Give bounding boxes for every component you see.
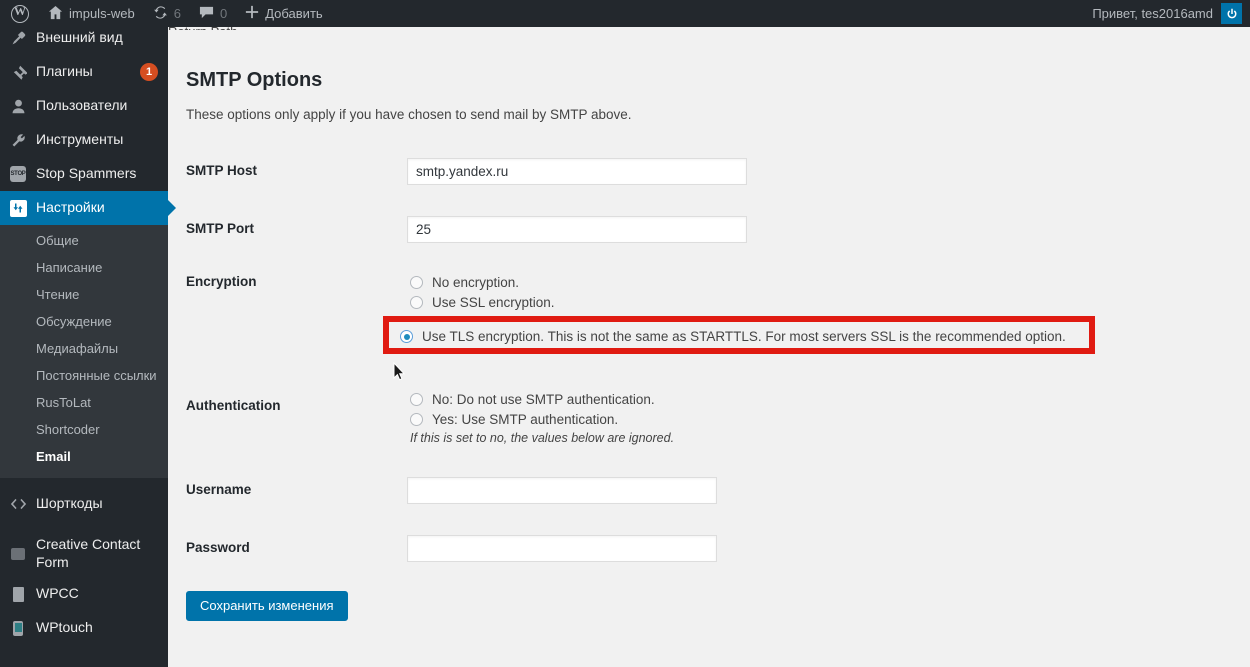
mobile-phone-icon <box>0 620 36 636</box>
smtp-port-input[interactable] <box>407 216 747 243</box>
form-icon <box>0 547 36 560</box>
site-name-label: impuls-web <box>69 6 135 21</box>
submenu-item-discussion[interactable]: Обсуждение <box>0 308 168 335</box>
radio-no-encryption[interactable]: No encryption. <box>410 273 1076 292</box>
sidebar-item-label: WPCC <box>36 585 79 602</box>
home-icon <box>48 5 63 23</box>
submenu-item-shortcoder[interactable]: Shortcoder <box>0 416 168 443</box>
page-title: SMTP Options <box>186 69 323 91</box>
sidebar-item-stop-spammers[interactable]: STOP Stop Spammers <box>0 157 168 191</box>
stop-sign-icon: STOP <box>0 166 36 182</box>
radio-button-icon[interactable] <box>410 413 423 426</box>
code-brackets-icon <box>0 497 36 511</box>
sidebar-item-shortcodes[interactable]: Шорткоды <box>0 487 168 521</box>
page-description: These options only apply if you have cho… <box>186 107 632 122</box>
radio-auth-no[interactable]: No: Do not use SMTP authentication. <box>410 390 674 409</box>
username-label: Username <box>186 482 252 497</box>
wpcc-icon <box>0 586 36 602</box>
wrench-icon <box>0 132 36 149</box>
submenu-item-general[interactable]: Общие <box>0 227 168 254</box>
comments-count: 0 <box>219 6 228 21</box>
sidebar-item-label: Настройки <box>36 199 105 216</box>
menu-separator <box>0 478 168 487</box>
power-icon[interactable] <box>1221 3 1242 24</box>
plug-icon <box>0 64 36 81</box>
sidebar-item-tools[interactable]: Инструменты <box>0 123 168 157</box>
radio-button-icon[interactable] <box>410 393 423 406</box>
radio-label: Use SSL encryption. <box>432 295 555 310</box>
radio-label: No: Do not use SMTP authentication. <box>432 392 655 407</box>
comment-icon <box>199 5 214 23</box>
greeting-label: Привет, tes2016amd <box>1092 6 1213 21</box>
radio-ssl-encryption[interactable]: Use SSL encryption. <box>410 293 1076 312</box>
sidebar-item-wptouch[interactable]: WPtouch <box>0 611 168 645</box>
menu-separator <box>0 521 168 530</box>
radio-button-icon[interactable] <box>400 330 413 343</box>
sidebar-item-label: Creative Contact Form <box>36 536 141 570</box>
new-content-label: Добавить <box>265 6 323 21</box>
sidebar-item-label: WPtouch <box>36 619 93 636</box>
sidebar-item-label: Внешний вид <box>36 29 123 46</box>
encryption-label: Encryption <box>186 274 257 289</box>
submenu-item-media[interactable]: Медиафайлы <box>0 335 168 362</box>
sidebar-item-plugins[interactable]: Плагины 1 <box>0 55 168 89</box>
site-name-menu[interactable]: impuls-web <box>39 0 144 27</box>
account-menu[interactable]: Привет, tes2016amd <box>1092 3 1250 24</box>
plugins-update-badge: 1 <box>140 63 158 81</box>
paintbrush-icon <box>0 30 36 47</box>
mouse-cursor-icon <box>393 361 407 387</box>
sidebar-item-creative-contact-form[interactable]: Creative Contact Form <box>0 530 168 577</box>
radio-label: No encryption. <box>432 275 520 290</box>
plus-icon <box>245 5 259 22</box>
radio-button-icon[interactable] <box>410 296 423 309</box>
sidebar-item-settings[interactable]: Настройки <box>0 191 176 225</box>
updates-count: 6 <box>173 6 181 21</box>
radio-label: Yes: Use SMTP authentication. <box>432 412 619 427</box>
password-input[interactable] <box>407 535 717 562</box>
new-content-menu[interactable]: Добавить <box>236 0 331 27</box>
authentication-hint: If this is set to no, the values below a… <box>410 431 675 445</box>
submenu-item-reading[interactable]: Чтение <box>0 281 168 308</box>
settings-submenu: Общие Написание Чтение Обсуждение Медиаф… <box>0 225 168 478</box>
radio-button-icon[interactable] <box>410 276 423 289</box>
submenu-item-email[interactable]: Email <box>0 443 168 470</box>
sidebar-item-label: Stop Spammers <box>36 165 137 182</box>
wordpress-logo-icon <box>11 4 29 23</box>
submenu-item-permalinks[interactable]: Постоянные ссылки <box>0 362 168 389</box>
authentication-label: Authentication <box>186 398 281 413</box>
sidebar-item-label: Плагины <box>36 63 93 80</box>
cut-off-row-above: Return Path <box>168 27 1250 30</box>
smtp-port-label: SMTP Port <box>186 221 255 236</box>
submenu-item-writing[interactable]: Написание <box>0 254 168 281</box>
submenu-item-rustolat[interactable]: RusToLat <box>0 389 168 416</box>
radio-tls-encryption[interactable]: Use TLS encryption. This is not the same… <box>400 327 1066 346</box>
smtp-host-input[interactable] <box>407 158 747 185</box>
radio-auth-yes[interactable]: Yes: Use SMTP authentication. <box>410 410 674 429</box>
settings-sliders-icon <box>0 199 36 217</box>
sidebar-item-label: Шорткоды <box>36 495 103 512</box>
sidebar-item-users[interactable]: Пользователи <box>0 89 168 123</box>
comments-menu[interactable]: 0 <box>190 0 236 27</box>
sidebar-item-wpcc[interactable]: WPCC <box>0 577 168 611</box>
smtp-host-label: SMTP Host <box>186 163 258 178</box>
sidebar-item-label: Пользователи <box>36 97 128 114</box>
radio-label: Use TLS encryption. This is not the same… <box>422 329 1066 344</box>
password-label: Password <box>186 540 250 555</box>
sidebar-item-label: Инструменты <box>36 131 124 148</box>
save-row: Сохранить изменения <box>186 591 1226 621</box>
wordpress-logo-button[interactable] <box>0 0 39 27</box>
user-icon <box>0 98 36 115</box>
username-input[interactable] <box>407 477 717 504</box>
save-changes-button[interactable]: Сохранить изменения <box>186 591 348 621</box>
updates-menu[interactable]: 6 <box>144 0 190 27</box>
admin-bar: impuls-web 6 0 Добавить Привет, tes2016a… <box>0 0 1250 27</box>
admin-sidebar: Внешний вид Плагины 1 Пользователи Инстр… <box>0 27 176 667</box>
updates-icon <box>153 5 168 23</box>
